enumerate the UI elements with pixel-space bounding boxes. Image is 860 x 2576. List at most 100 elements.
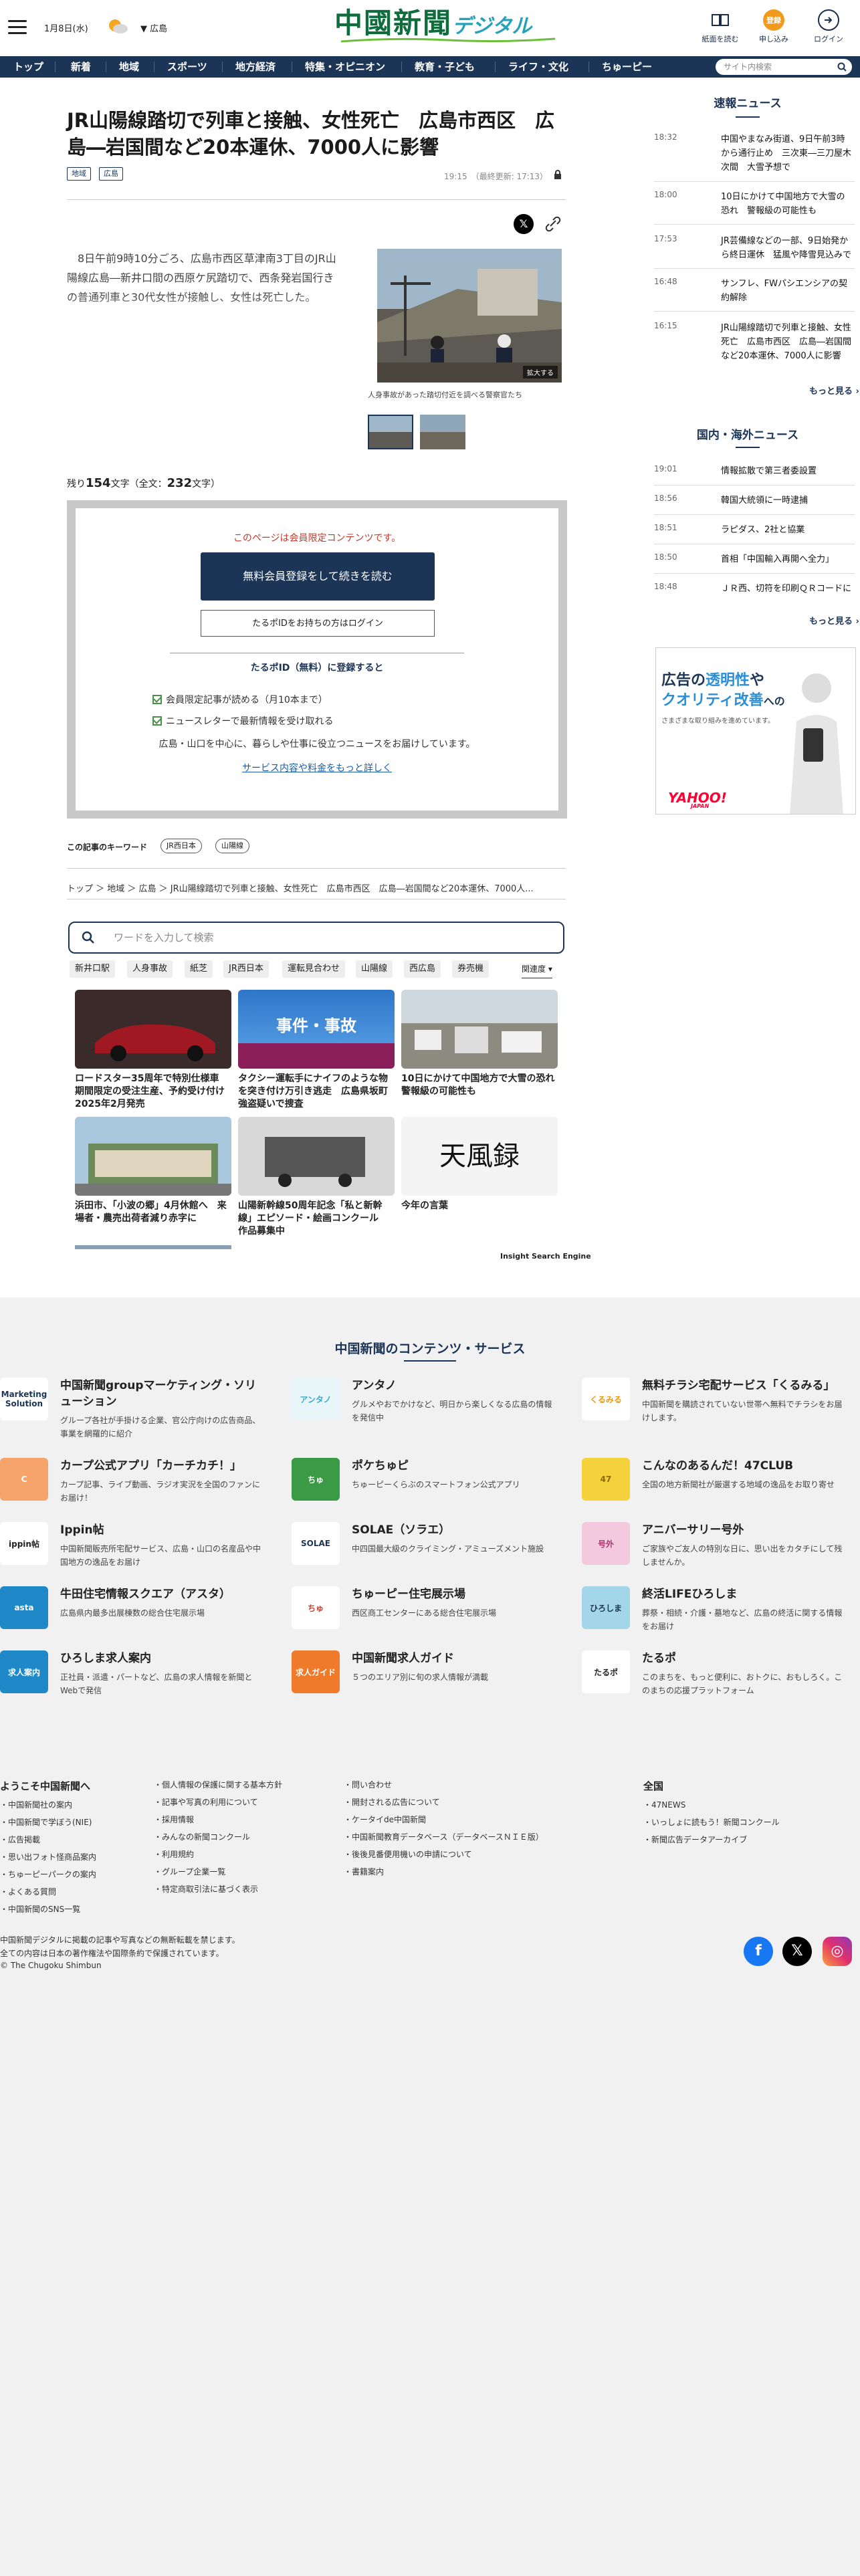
world-item[interactable]: 19:01 情報拡散で第三者委設置 [654,464,855,486]
service-item[interactable]: たるポ たるポ このまちを、もっと便利に、おトクに、おもしろく。このまちの応援プラッ… [582,1650,849,1704]
zoom-button[interactable]: 拡大する [523,366,558,379]
link-copy-icon[interactable] [544,215,562,233]
sort-select[interactable]: 関連度 ▾ [522,960,552,978]
footer-link[interactable]: ・広告掲載 [0,1834,40,1845]
search-pill[interactable]: 西広島 [404,960,441,978]
related-card[interactable]: ロードスター35周年で特別仕様車 期間限定の受注生産、予約受け付け 2025年2… [75,990,234,1111]
footer-link[interactable]: ・ケータイde中国新聞 [344,1814,426,1825]
register-to-read-button[interactable]: 無料会員登録をして続きを読む [201,552,435,601]
service-item[interactable]: ちゅ ちゅーピー住宅展示場 西区商工センターにある総合住宅展示場 [292,1586,559,1640]
footer-link[interactable]: ・グループ企業一覧 [154,1866,225,1877]
service-item[interactable]: Marketing Solution 中国新聞groupマーケティング・ソリューシ… [0,1378,267,1438]
related-card[interactable]: 事件・事故 タクシー運転手にナイフのような物を突き付け万引き逃走 広島県坂町 強… [238,990,397,1111]
tag-region[interactable]: 地域 [67,167,91,181]
nav-item-life[interactable]: ライフ・文化 [508,56,568,78]
related-card[interactable]: 浜田市、「小波の郷」4月休館へ 来場者・農売出荷者減り赤字に [75,1117,231,1225]
breadcrumb[interactable]: トップ ＞ 地域 ＞ 広島 ＞ JR山陽線踏切で列車と接触、女性死亡 広島市西区… [67,881,562,894]
service-item[interactable]: ひろしま 終活LIFEひろしま 葬祭・相続・介護・墓地など、広島の終活に関する情報を… [582,1586,849,1640]
service-item[interactable]: 47 こんなのあるんだ！47CLUB 全国の地方新聞社が厳選する地域の逸品をお取り寄… [582,1458,849,1511]
search-pill[interactable]: JR西日本 [223,960,269,978]
nav-item-opinion[interactable]: 特集・オピニオン [305,56,385,78]
region-selector[interactable]: ▼ 広島 [140,21,167,34]
paywall-login-button[interactable]: たるポIDをお持ちの方はログイン [201,610,435,637]
footer-link[interactable]: ・中国新聞のSNS一覧 [0,1903,80,1915]
service-item[interactable]: ちゅ ポケちゅピ ちゅーピーくらぶのスマートフォン公式アプリ [292,1458,559,1511]
x-icon[interactable]: 𝕏 [782,1937,812,1966]
footer-link[interactable]: ・書籍案内 [344,1866,384,1877]
footer-link[interactable]: ・個人情報の保護に関する基本方針 [154,1779,282,1790]
site-logo[interactable]: 中國新聞デジタル [334,7,555,44]
register-button[interactable]: 登録 申し込み [754,9,793,44]
facebook-icon[interactable]: f [744,1937,773,1966]
world-item[interactable]: 18:48 ＪＲ西、切符を印刷ＱＲコードに [654,582,855,603]
footer-link[interactable]: ・開封される広告について [344,1796,440,1808]
service-item[interactable]: くるみる 無料チラシ宅配サービス「くるみる」 中国新聞を購読されていない世帯へ無料で… [582,1378,849,1431]
footer-link[interactable]: ・利用規約 [154,1848,194,1860]
breaking-item[interactable]: 16:15 JR山陽線踏切で列車と接触、女性死亡 広島市西区 広島―岩国間など20… [654,321,855,370]
service-item[interactable]: 号外 アニバーサリー号外 ご家族やご友人の特別な日に、思い出をカタチにして残しません… [582,1522,849,1576]
related-card[interactable]: 天風録 今年の言葉 [401,1117,558,1212]
related-card[interactable]: 10日にかけて中国地方で大雪の恐れ 警報級の可能性も [401,990,564,1098]
weather-icon[interactable] [106,16,130,36]
paper-button[interactable]: 紙面を読む [701,9,740,44]
service-details-link[interactable]: サービス内容や料金をもっと詳しく [76,761,558,774]
sidebar-ad[interactable]: 広告の透明性や クオリティ改善への さまざまな取り組みを進めています。 YAHOO… [655,647,856,815]
keyword-search-input[interactable]: ワードを入力して検索 [68,922,564,954]
nav-item-region[interactable]: 地域 [119,56,139,78]
footer-link[interactable]: ・中国新聞教育データベース（データベースＮＩＥ版） [344,1831,544,1842]
x-share-icon[interactable]: 𝕏 [514,214,534,234]
world-item[interactable]: 18:51 ラピダス、2社と協業 [654,523,855,544]
footer-link[interactable]: ・新聞広告データアーカイブ [643,1834,747,1845]
footer-link[interactable]: ・ちゅーピーパークの案内 [0,1868,96,1880]
nav-item-new[interactable]: 新着 [71,56,91,78]
keyword-chip[interactable]: 山陽線 [215,839,249,853]
login-button[interactable]: ログイン [809,9,848,44]
world-more-link[interactable]: もっと見る › [809,614,859,627]
breaking-more-link[interactable]: もっと見る › [809,384,859,397]
footer-link[interactable]: ・よくある質問 [0,1886,56,1897]
footer-link[interactable]: ・思い出フォト怪商品案内 [0,1851,96,1862]
search-pill[interactable]: 運転見合わせ [282,960,346,978]
search-pill[interactable]: 人身事故 [127,960,173,978]
nav-item-top[interactable]: トップ [13,56,43,78]
tag-hiroshima[interactable]: 広島 [99,167,123,181]
nav-item-sports[interactable]: スポーツ [167,56,207,78]
hamburger-menu-icon[interactable] [8,20,27,35]
breaking-item[interactable]: 18:32 中国やまなみ街道、9日午前3時から通行止め 三次東―三刀屋木次間 大雪… [654,132,855,182]
breaking-item[interactable]: 17:53 JR芸備線などの一部、9日始発から終日運休 猛風や降雪見込みで [654,234,855,269]
nav-item-economy[interactable]: 地方経済 [235,56,276,78]
service-item[interactable]: アンタノ アンタノ グルメやおでかけなど、明日から楽しくなる広島の情報を発信中 [292,1378,559,1431]
footer-link[interactable]: ・採用情報 [154,1814,194,1825]
instagram-icon[interactable]: ◎ [823,1937,852,1966]
service-item[interactable]: 求人ガイド 中国新聞求人ガイド ５つのエリア別に旬の求人情報が満載 [292,1650,559,1704]
search-pill[interactable]: 山陽線 [356,960,393,978]
service-item[interactable]: asta 牛田住宅情報スクエア（アスタ） 広島県内最多出展棟数の総合住宅展示場 [0,1586,267,1640]
footer-link[interactable]: ・いっしょに読もう！新聞コンクール [643,1816,780,1828]
world-item[interactable]: 18:56 韓国大統領に一時逮捕 [654,494,855,515]
footer-link[interactable]: ・みんなの新聞コンクール [154,1831,250,1842]
service-item[interactable]: ippin帖 Ippin帖 中国新聞販売所宅配サービス、広島・山口の名産品や中国地方… [0,1522,267,1576]
footer-link[interactable]: ・後後見番便用機いの申請について [344,1848,472,1860]
search-pill[interactable]: 券売機 [452,960,490,978]
keyword-chip[interactable]: JR西日本 [160,839,202,853]
service-item[interactable]: C カープ公式アプリ「カーチカチ！」 カープ記事、ライブ動画、ラジオ実況を全国のファ… [0,1458,267,1511]
world-item[interactable]: 18:50 首相「中国輸入再開へ全力」 [654,552,855,574]
search-pill[interactable]: 紙芝 [185,960,213,978]
footer-link[interactable]: ・47NEWS [643,1799,685,1810]
service-item[interactable]: SOLAE SOLAE（ソラエ） 中四国最大級のクライミング・アミューズメント施設 [292,1522,559,1576]
nav-item-chupy[interactable]: ちゅーピー [602,56,652,78]
nav-item-education[interactable]: 教育・子ども [415,56,475,78]
footer-link[interactable]: ・記事や写真の利用について [154,1796,258,1808]
related-card[interactable]: 山陽新幹線50周年記念「私と新幹線」エピソード・絵画コンクール 作品募集中 [238,1117,395,1238]
breaking-item[interactable]: 18:00 10日にかけて中国地方で大雪の恐れ 警報級の可能性も [654,190,855,225]
site-search-input[interactable]: サイト内検索 [716,59,852,75]
footer-link[interactable]: ・問い合わせ [344,1779,392,1790]
article-photo[interactable]: 拡大する [377,249,562,383]
service-item[interactable]: 求人案内 ひろしま求人案内 正社員・派遣・パートなど、広島の求人情報を新聞とWebで… [0,1650,267,1704]
breaking-item[interactable]: 16:48 サンフレ、FWパシエンシアの契約解除 [654,277,855,312]
photo-thumbnail[interactable] [420,415,465,449]
footer-link[interactable]: ・中国新聞社の案内 [0,1799,72,1810]
search-icon[interactable] [837,62,847,72]
search-pill[interactable]: 新井口駅 [70,960,116,978]
photo-thumbnail[interactable] [368,415,413,449]
